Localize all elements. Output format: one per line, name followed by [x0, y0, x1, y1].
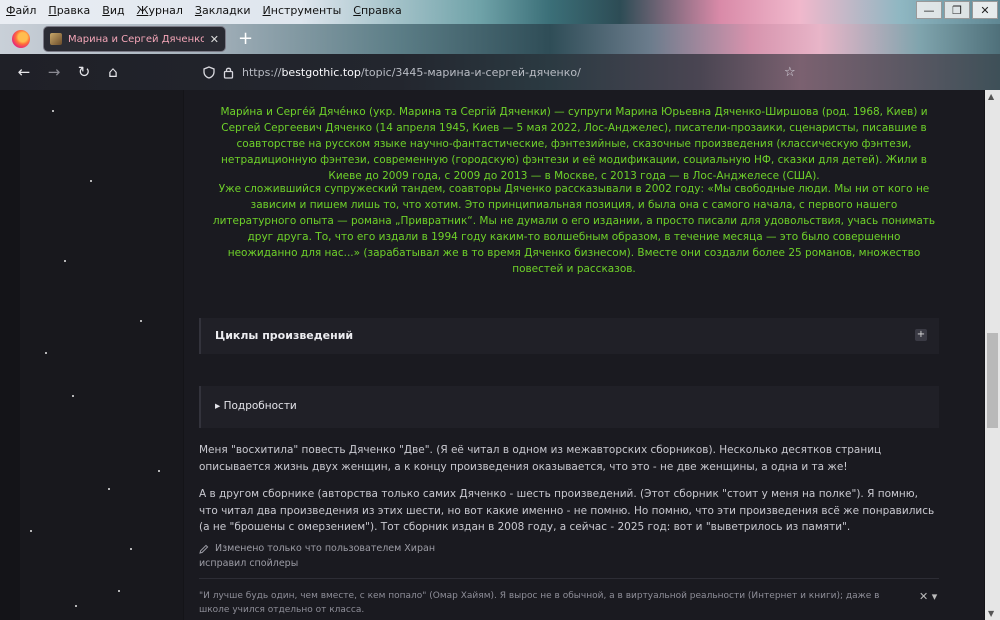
spoiler-details-title: ▸ Подробности [215, 400, 297, 412]
menu-history[interactable]: Журнал [137, 4, 183, 17]
shield-icon[interactable] [203, 65, 215, 79]
navigation-bar: ← → ↻ ⌂ https://bestgothic.top/topic/344… [0, 54, 1000, 90]
signature-controls[interactable]: ✕ ▾ [919, 590, 937, 603]
tab-title: Марина и Сергей Дяченко - Л [68, 33, 204, 45]
menu-bookmarks[interactable]: Закладки [195, 4, 251, 17]
background-star [158, 470, 160, 472]
tab-close-icon[interactable]: ✕ [210, 33, 219, 46]
url-path: /topic/3445-марина-и-сергей-дяченко/ [360, 65, 581, 79]
edit-reason: исправил спойлеры [199, 558, 299, 569]
menu-help[interactable]: Справка [353, 4, 401, 17]
firefox-icon[interactable] [12, 30, 30, 48]
background-star [30, 530, 32, 532]
spoiler-details[interactable]: ▸ Подробности [199, 386, 939, 428]
background-star [130, 548, 132, 550]
home-button[interactable]: ⌂ [104, 63, 122, 81]
menu-view[interactable]: Вид [102, 4, 124, 17]
post-paragraph-1: Меня "восхитила" повесть Дяченко "Две". … [199, 444, 882, 473]
post-paragraph-2: А в другом сборнике (авторства только са… [199, 488, 935, 533]
bio-paragraph-2: Уже сложившийся супружеский тандем, соав… [212, 183, 936, 275]
scroll-down-icon[interactable]: ▼ [988, 609, 994, 618]
background-star [140, 320, 142, 322]
forum-post-content: Мари́на и Серге́й Дячéнко (укр. Марина т… [184, 90, 984, 620]
menu-bar: Файл Правка Вид Журнал Закладки Инструме… [6, 4, 402, 17]
menu-tools[interactable]: Инструменты [263, 4, 342, 17]
background-star [52, 110, 54, 112]
lock-icon[interactable] [223, 66, 234, 79]
tab-active[interactable]: Марина и Сергей Дяченко - Л ✕ [43, 26, 226, 52]
tab-bar: Марина и Сергей Дяченко - Л ✕ + [0, 24, 1000, 54]
signature-divider [199, 578, 939, 579]
background-star [118, 590, 120, 592]
address-bar[interactable]: https://bestgothic.top/topic/3445-марина… [195, 60, 995, 84]
back-button[interactable]: ← [15, 63, 33, 81]
background-star [90, 180, 92, 182]
url-prefix: https:// [242, 65, 282, 79]
vertical-scrollbar[interactable]: ▲ ▼ [985, 90, 1000, 620]
spoiler-cycles[interactable]: Циклы произведений + [199, 318, 939, 354]
menu-file[interactable]: Файл [6, 4, 36, 17]
window-titlebar: Файл Правка Вид Журнал Закладки Инструме… [0, 0, 1000, 24]
background-star [45, 352, 47, 354]
page-viewport: Мари́на и Серге́й Дячéнко (укр. Марина т… [0, 90, 985, 620]
scrollbar-thumb[interactable] [987, 333, 998, 428]
minimize-button[interactable]: — [916, 1, 942, 19]
maximize-button[interactable]: ❐ [944, 1, 970, 19]
bio-paragraph-1: Мари́на и Серге́й Дячéнко (укр. Марина т… [220, 106, 928, 182]
edit-notice: Изменено только что пользователем Хиран [199, 543, 435, 554]
close-window-button[interactable]: ✕ [972, 1, 998, 19]
menu-edit[interactable]: Правка [48, 4, 90, 17]
forward-button[interactable]: → [45, 63, 63, 81]
background-star [75, 605, 77, 607]
left-panel [20, 90, 183, 620]
background-star [64, 260, 66, 262]
spoiler-cycles-title: Циклы произведений [215, 329, 354, 342]
expand-icon[interactable]: + [915, 329, 927, 341]
signature-text: "И лучше будь один, чем вместе, с кем по… [199, 591, 880, 615]
new-tab-button[interactable]: + [238, 28, 253, 49]
window-controls: — ❐ ✕ [916, 1, 998, 19]
url-text[interactable]: https://bestgothic.top/topic/3445-марина… [242, 66, 581, 79]
url-host: bestgothic.top [281, 65, 361, 79]
bookmark-star-icon[interactable]: ☆ [784, 65, 796, 80]
reload-button[interactable]: ↻ [75, 63, 93, 81]
background-star [108, 488, 110, 490]
edit-icon [199, 544, 209, 554]
background-star [72, 395, 74, 397]
scroll-up-icon[interactable]: ▲ [988, 92, 994, 101]
edit-notice-text: Изменено только что пользователем Хиран [215, 543, 436, 554]
favicon-icon [50, 33, 62, 45]
